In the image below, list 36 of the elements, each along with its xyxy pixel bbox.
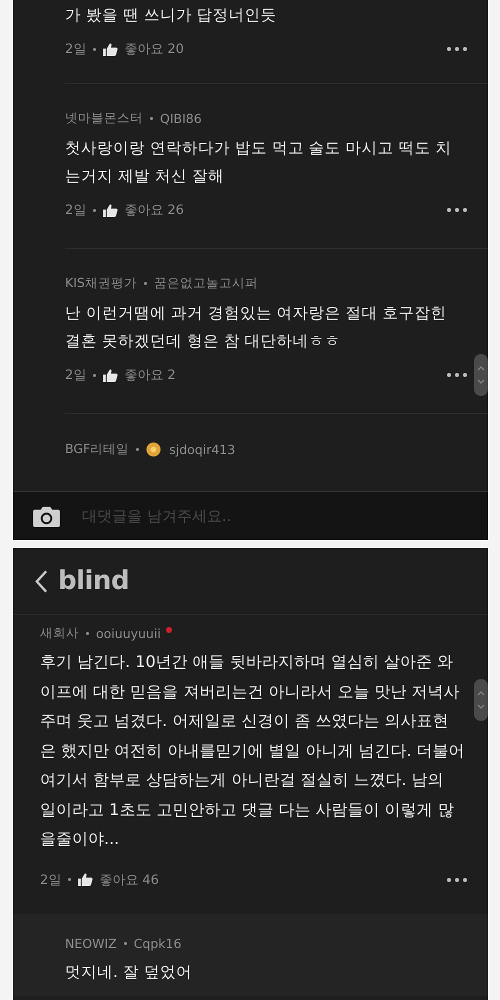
scroll-handle[interactable] — [474, 354, 488, 396]
like-count[interactable]: 좋아요 46 — [99, 870, 159, 888]
thumbs-up-icon[interactable] — [103, 368, 118, 382]
company-name: 넷마블몬스터 — [65, 110, 143, 126]
post-text: 후기 남긴다. 10년간 애들 뒷바라지하며 열심히 살아준 와 이프에 대한 믿음을 져버리는건 아니라서 오늘 맛난 저녁사 주며 웃고 넘겼다. 어제일로 신경이 좀 쓰였다는 의사표현 은 했지만 여전히 아내를믿기에 별일 아니게 넘긴다. 더불어 여기서 함부로 상담하는게 아니란걸 절실히 느꼈다. 남의 일이라고 1초도 고민안하고 댓글 다는 사람들이 이렇게 많 을줄이야... — [40, 651, 466, 850]
company-name: 새회사 — [40, 624, 79, 642]
time-label: 2일 — [65, 367, 86, 384]
back-icon[interactable] — [35, 568, 48, 594]
thumbs-up-icon[interactable] — [103, 204, 118, 216]
comment-text: 가 봤을 땐 쓰니가 답정너인듯 — [65, 5, 278, 26]
nickname: ooiuuyuuii — [96, 626, 161, 640]
comment-text: 첫사랑이랑 연락하다가 밥도 먹고 술도 마시고 떡도 치 는거지 제발 처신 잘해 — [65, 138, 452, 187]
nickname: sjdoqir413 — [169, 442, 236, 456]
nickname: QIBI86 — [160, 110, 202, 126]
more-icon[interactable] — [446, 876, 468, 882]
comment-text: 난 이런거땜에 과거 경험있는 여자랑은 절대 호구잡힌 결혼 못하겠던데 형은 참 대단하네ㅎㅎ — [65, 303, 448, 352]
nickname: Cqpk16 — [134, 936, 182, 951]
more-icon[interactable] — [446, 46, 468, 52]
time-label: 2일 — [65, 202, 86, 219]
like-count[interactable]: 좋아요 26 — [124, 201, 184, 219]
time-label: 2일 — [40, 872, 62, 888]
camera-icon[interactable] — [33, 504, 60, 528]
scroll-handle[interactable] — [474, 679, 488, 721]
time-label: 2일 — [65, 41, 86, 58]
comment-text: 멋지네. 잘 덮었어 — [65, 962, 193, 982]
more-icon[interactable] — [446, 372, 468, 378]
company-name: KIS채권평가 — [65, 274, 137, 292]
app-logo: blind — [58, 566, 130, 596]
company-name: NEOWIZ — [65, 936, 117, 951]
more-icon[interactable] — [446, 207, 468, 213]
like-count[interactable]: 좋아요 20 — [124, 40, 184, 58]
thumbs-up-icon[interactable] — [78, 873, 94, 886]
nickname: 꿈은없고놀고시퍼 — [154, 274, 258, 292]
like-count[interactable]: 좋아요 2 — [124, 366, 176, 384]
company-name: BGF리테일 — [65, 440, 130, 458]
thumbs-up-icon[interactable] — [103, 42, 118, 56]
